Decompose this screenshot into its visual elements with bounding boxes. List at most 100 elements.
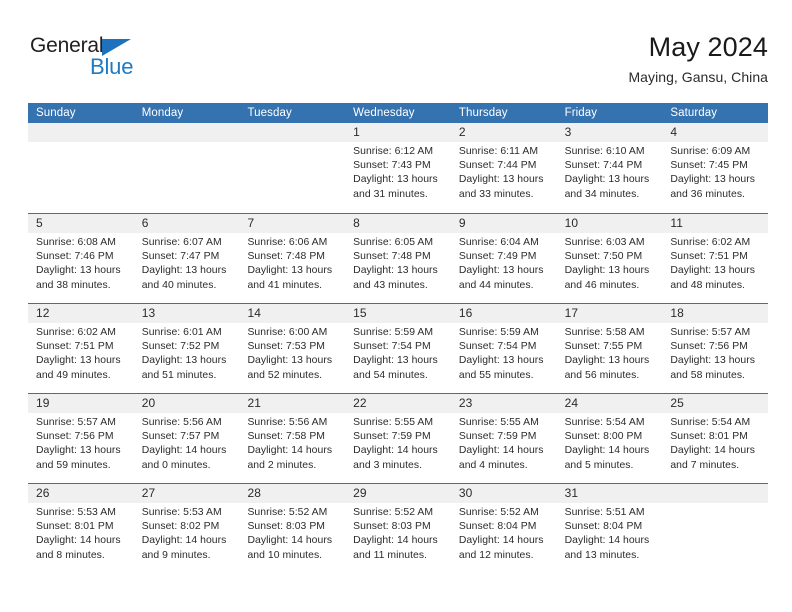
sunset-text: Sunset: 7:59 PM bbox=[353, 431, 431, 443]
day-number: 14 bbox=[247, 306, 261, 320]
day-details: Sunrise: 5:54 AM Sunset: 8:00 PM Daylight:… bbox=[565, 416, 655, 473]
sunrise-text: Sunrise: 6:04 AM bbox=[458, 237, 539, 248]
calendar-day-cell[interactable]: 5 Sunrise: 6:08 AM Sunset: 7:46 PM Daylight… bbox=[28, 214, 134, 303]
calendar-grid: Sunday Monday Tuesday Wednesday Thursday… bbox=[28, 103, 768, 573]
daylight-text-line1: Daylight: 13 hours bbox=[458, 355, 544, 367]
weekday-header-monday: Monday bbox=[141, 107, 184, 119]
daylight-text-line2: and 51 minutes. bbox=[141, 369, 217, 381]
sunrise-text: Sunrise: 5:57 AM bbox=[670, 327, 751, 338]
calendar-day-cell[interactable]: 17 Sunrise: 5:58 AM Sunset: 7:55 PM Dayligh… bbox=[557, 304, 663, 393]
day-details: Sunrise: 6:02 AM Sunset: 7:51 PM Daylight:… bbox=[670, 236, 760, 293]
sunrise-text: Sunrise: 6:02 AM bbox=[670, 237, 751, 248]
day-details: Sunrise: 5:56 AM Sunset: 7:57 PM Daylight:… bbox=[142, 416, 232, 473]
calendar-day-cell[interactable]: 11 Sunrise: 6:02 AM Sunset: 7:51 PM Dayligh… bbox=[662, 214, 768, 303]
daylight-text-line1: Daylight: 13 hours bbox=[247, 355, 333, 367]
daylight-text-line1: Daylight: 14 hours bbox=[353, 535, 438, 547]
daylight-text-line2: and 59 minutes. bbox=[36, 459, 111, 471]
weekday-header-tuesday: Tuesday bbox=[247, 107, 292, 119]
sunset-text: Sunset: 7:57 PM bbox=[141, 431, 220, 443]
calendar-day-cell[interactable]: 26 Sunrise: 5:53 AM Sunset: 8:01 PM Dayligh… bbox=[28, 484, 134, 573]
day-details: Sunrise: 6:05 AM Sunset: 7:48 PM Daylight:… bbox=[353, 236, 443, 293]
calendar-day-cell[interactable]: 3 Sunrise: 6:10 AM Sunset: 7:44 PM Daylight… bbox=[557, 123, 663, 213]
sunset-text: Sunset: 7:55 PM bbox=[564, 341, 643, 353]
day-number: 25 bbox=[670, 396, 684, 410]
calendar-day-cell[interactable]: 14 Sunrise: 6:00 AM Sunset: 7:53 PM Dayligh… bbox=[239, 304, 345, 393]
day-details: Sunrise: 5:56 AM Sunset: 7:58 PM Daylight:… bbox=[247, 416, 337, 473]
calendar-day-cell[interactable]: 16 Sunrise: 5:59 AM Sunset: 7:54 PM Dayligh… bbox=[451, 304, 557, 393]
calendar-day-cell-empty bbox=[28, 123, 134, 213]
calendar-day-cell[interactable]: 30 Sunrise: 5:52 AM Sunset: 8:04 PM Dayligh… bbox=[451, 484, 557, 573]
sunrise-text: Sunrise: 6:05 AM bbox=[353, 237, 434, 248]
calendar-day-cell[interactable]: 15 Sunrise: 5:59 AM Sunset: 7:54 PM Dayligh… bbox=[345, 304, 451, 393]
daylight-text-line2: and 55 minutes. bbox=[458, 369, 534, 381]
calendar-day-cell[interactable]: 10 Sunrise: 6:03 AM Sunset: 7:50 PM Dayligh… bbox=[557, 214, 663, 303]
calendar-day-cell[interactable]: 4 Sunrise: 6:09 AM Sunset: 7:45 PM Daylight… bbox=[662, 123, 768, 213]
sunrise-text: Sunrise: 5:52 AM bbox=[353, 507, 434, 518]
daylight-text-line1: Daylight: 13 hours bbox=[141, 355, 227, 367]
daylight-text-line1: Daylight: 14 hours bbox=[141, 535, 227, 547]
calendar-day-cell[interactable]: 2 Sunrise: 6:11 AM Sunset: 7:44 PM Daylight… bbox=[451, 123, 557, 213]
calendar-day-cell[interactable]: 7 Sunrise: 6:06 AM Sunset: 7:48 PM Daylight… bbox=[239, 214, 345, 303]
sunset-text: Sunset: 7:59 PM bbox=[458, 431, 537, 443]
page-header: General Blue May 2024 Maying, Gansu, Chi… bbox=[28, 30, 768, 98]
calendar-day-cell[interactable]: 20 Sunrise: 5:56 AM Sunset: 7:57 PM Dayligh… bbox=[134, 394, 240, 483]
day-number: 5 bbox=[36, 216, 43, 230]
sunrise-text: Sunrise: 6:12 AM bbox=[353, 146, 434, 157]
calendar-day-cell[interactable]: 27 Sunrise: 5:53 AM Sunset: 8:02 PM Dayligh… bbox=[134, 484, 240, 573]
calendar-day-cell[interactable]: 18 Sunrise: 5:57 AM Sunset: 7:56 PM Dayligh… bbox=[662, 304, 768, 393]
day-number: 18 bbox=[670, 306, 684, 320]
calendar-day-cell[interactable]: 13 Sunrise: 6:01 AM Sunset: 7:52 PM Dayligh… bbox=[134, 304, 240, 393]
calendar-day-cell[interactable]: 22 Sunrise: 5:55 AM Sunset: 7:59 PM Dayligh… bbox=[345, 394, 451, 483]
calendar-day-cell[interactable]: 21 Sunrise: 5:56 AM Sunset: 7:58 PM Dayligh… bbox=[239, 394, 345, 483]
calendar-day-cell[interactable]: 9 Sunrise: 6:04 AM Sunset: 7:49 PM Daylight… bbox=[451, 214, 557, 303]
sunrise-text: Sunrise: 5:58 AM bbox=[564, 327, 645, 338]
daylight-text-line1: Daylight: 13 hours bbox=[247, 265, 333, 277]
weekday-header-row: Sunday Monday Tuesday Wednesday Thursday… bbox=[28, 103, 768, 123]
general-blue-logo: General Blue bbox=[30, 34, 160, 84]
calendar-day-cell[interactable]: 28 Sunrise: 5:52 AM Sunset: 8:03 PM Dayligh… bbox=[239, 484, 345, 573]
calendar-day-cell[interactable]: 6 Sunrise: 6:07 AM Sunset: 7:47 PM Daylight… bbox=[134, 214, 240, 303]
calendar-day-cell[interactable]: 24 Sunrise: 5:54 AM Sunset: 8:00 PM Dayligh… bbox=[557, 394, 663, 483]
page-title: May 2024 bbox=[648, 32, 768, 62]
calendar-day-cell[interactable]: 23 Sunrise: 5:55 AM Sunset: 7:59 PM Dayligh… bbox=[451, 394, 557, 483]
calendar-week-row: 12 Sunrise: 6:02 AM Sunset: 7:51 PM Dayligh… bbox=[28, 303, 768, 393]
calendar-day-cell[interactable]: 31 Sunrise: 5:51 AM Sunset: 8:04 PM Dayligh… bbox=[557, 484, 663, 573]
daylight-text-line2: and 12 minutes. bbox=[458, 549, 534, 561]
day-details: Sunrise: 5:54 AM Sunset: 8:01 PM Daylight:… bbox=[670, 416, 760, 473]
sunrise-text: Sunrise: 6:02 AM bbox=[36, 327, 116, 338]
sunrise-text: Sunrise: 5:55 AM bbox=[458, 417, 539, 428]
daylight-text-line1: Daylight: 14 hours bbox=[353, 445, 438, 457]
day-number: 11 bbox=[670, 216, 683, 230]
daylight-text-line1: Daylight: 13 hours bbox=[353, 265, 438, 277]
calendar-day-cell[interactable]: 25 Sunrise: 5:54 AM Sunset: 8:01 PM Dayligh… bbox=[662, 394, 768, 483]
day-details: Sunrise: 5:57 AM Sunset: 7:56 PM Daylight:… bbox=[36, 416, 126, 473]
day-details: Sunrise: 6:09 AM Sunset: 7:45 PM Daylight:… bbox=[670, 145, 760, 202]
daylight-text-line1: Daylight: 13 hours bbox=[670, 265, 755, 277]
day-number: 30 bbox=[458, 486, 473, 500]
day-number: 17 bbox=[564, 306, 579, 320]
sunset-text: Sunset: 8:01 PM bbox=[670, 431, 748, 443]
daylight-text-line1: Daylight: 14 hours bbox=[670, 445, 755, 457]
daylight-text-line1: Daylight: 13 hours bbox=[36, 445, 121, 457]
sunset-text: Sunset: 8:04 PM bbox=[458, 521, 537, 533]
daylight-text-line2: and 38 minutes. bbox=[36, 279, 111, 291]
daylight-text-line2: and 40 minutes. bbox=[141, 279, 217, 291]
calendar-day-cell[interactable]: 12 Sunrise: 6:02 AM Sunset: 7:51 PM Dayligh… bbox=[28, 304, 134, 393]
day-details: Sunrise: 6:04 AM Sunset: 7:49 PM Daylight:… bbox=[459, 236, 549, 293]
calendar-day-cell[interactable]: 1 Sunrise: 6:12 AM Sunset: 7:43 PM Daylight… bbox=[345, 123, 451, 213]
sunrise-text: Sunrise: 6:01 AM bbox=[141, 327, 222, 338]
sunrise-text: Sunrise: 6:00 AM bbox=[247, 327, 328, 338]
sunset-text: Sunset: 7:54 PM bbox=[458, 341, 537, 353]
daylight-text-line2: and 44 minutes. bbox=[458, 279, 534, 291]
daylight-text-line2: and 9 minutes. bbox=[141, 549, 211, 561]
day-details: Sunrise: 6:00 AM Sunset: 7:53 PM Daylight:… bbox=[247, 326, 337, 383]
calendar-day-cell[interactable]: 19 Sunrise: 5:57 AM Sunset: 7:56 PM Dayligh… bbox=[28, 394, 134, 483]
calendar-day-cell[interactable]: 8 Sunrise: 6:05 AM Sunset: 7:48 PM Daylight… bbox=[345, 214, 451, 303]
sunrise-text: Sunrise: 5:56 AM bbox=[247, 417, 328, 428]
calendar-day-cell[interactable]: 29 Sunrise: 5:52 AM Sunset: 8:03 PM Dayligh… bbox=[345, 484, 451, 573]
daylight-text-line2: and 5 minutes. bbox=[564, 459, 634, 471]
day-number: 12 bbox=[36, 306, 50, 320]
day-details: Sunrise: 5:51 AM Sunset: 8:04 PM Daylight:… bbox=[565, 506, 655, 563]
day-number: 8 bbox=[353, 216, 360, 230]
sunrise-text: Sunrise: 5:54 AM bbox=[670, 417, 751, 428]
